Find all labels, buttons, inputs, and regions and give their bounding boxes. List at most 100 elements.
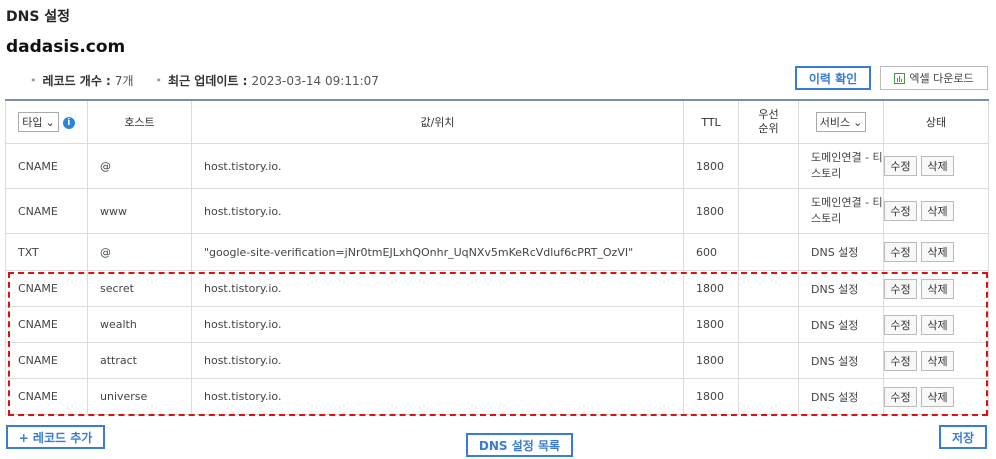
record-type: CNAME (5, 188, 88, 234)
record-service: DNS 설정 (798, 233, 884, 271)
excel-download-label: 엑셀 다운로드 (909, 72, 974, 85)
edit-button[interactable]: 수정 (884, 278, 917, 299)
record-priority (738, 188, 799, 234)
record-service: 도메인연결 - 티스토리 (798, 188, 884, 234)
record-count: • 레코드 개수 : 7개 (30, 72, 134, 89)
service-filter-label: 서비스 (819, 116, 851, 129)
dns-record-table: 타입 ⌄ i 호스트 값/위치 TTL 우선 순위 서비스 ⌄ 상태 CNAME… (5, 99, 989, 415)
edit-button[interactable]: 수정 (884, 201, 917, 221)
edit-button[interactable]: 수정 (884, 350, 917, 371)
record-ttl: 1800 (683, 188, 739, 234)
record-priority (738, 233, 799, 271)
bullet-icon: • (155, 74, 163, 87)
record-type: TXT (5, 233, 88, 271)
record-actions: 수정 삭제 (883, 306, 989, 343)
record-service: 도메인연결 - 티스토리 (798, 143, 884, 189)
chevron-down-icon: ⌄ (853, 115, 863, 129)
record-actions: 수정 삭제 (883, 143, 989, 189)
info-icon[interactable]: i (62, 117, 75, 129)
priority-header: 우선 순위 (738, 99, 799, 144)
service-filter-select[interactable]: 서비스 ⌄ (815, 112, 867, 132)
delete-button[interactable]: 삭제 (921, 386, 954, 407)
service-header: 서비스 ⌄ (798, 99, 884, 144)
record-priority (738, 378, 799, 415)
edit-button[interactable]: 수정 (884, 314, 917, 335)
last-updated: • 최근 업데이트 : 2023-03-14 09:11:07 (156, 72, 379, 89)
edit-button[interactable]: 수정 (884, 242, 917, 262)
record-service: DNS 설정 (798, 306, 884, 343)
record-host: @ (87, 233, 192, 271)
bullet-icon: • (30, 74, 37, 87)
record-host: secret (87, 270, 192, 307)
delete-button[interactable]: 삭제 (921, 201, 954, 221)
chevron-down-icon: ⌄ (45, 115, 55, 129)
record-host: attract (87, 342, 192, 379)
record-value: host.tistory.io. (191, 143, 684, 189)
record-value: host.tistory.io. (191, 188, 684, 234)
last-updated-label: 최근 업데이트 : (168, 74, 248, 88)
record-host: www (87, 188, 192, 234)
record-actions: 수정 삭제 (883, 378, 989, 415)
status-header: 상태 (883, 99, 989, 144)
record-actions: 수정 삭제 (883, 233, 989, 271)
record-ttl: 600 (683, 233, 739, 271)
record-value: "google-site-verification=jNr0tmEJLxhQOn… (191, 233, 684, 271)
delete-button[interactable]: 삭제 (921, 350, 954, 371)
table-row: CNAME www host.tistory.io. 1800 도메인연결 - … (5, 188, 989, 234)
record-actions: 수정 삭제 (883, 188, 989, 234)
save-button[interactable]: 저장 (939, 425, 987, 449)
record-actions: 수정 삭제 (883, 342, 989, 379)
delete-button[interactable]: 삭제 (921, 314, 954, 335)
record-priority (738, 270, 799, 307)
delete-button[interactable]: 삭제 (921, 156, 954, 176)
record-type: CNAME (5, 270, 88, 307)
record-actions: 수정 삭제 (883, 270, 989, 307)
delete-button[interactable]: 삭제 (921, 278, 954, 299)
table-row: CNAME wealth host.tistory.io. 1800 DNS 설… (5, 306, 989, 343)
table-row: CNAME universe host.tistory.io. 1800 DNS… (5, 378, 989, 415)
record-value: host.tistory.io. (191, 342, 684, 379)
last-updated-value: 2023-03-14 09:11:07 (251, 73, 379, 88)
edit-button[interactable]: 수정 (884, 386, 917, 407)
record-value: host.tistory.io. (191, 378, 684, 415)
table-row: TXT @ "google-site-verification=jNr0tmEJ… (5, 233, 989, 271)
record-count-label: 레코드 개수 : (42, 74, 111, 88)
edit-button[interactable]: 수정 (884, 156, 917, 176)
record-meta: • 레코드 개수 : 7개 • 최근 업데이트 : 2023-03-14 09:… (30, 72, 379, 89)
excel-download-button[interactable]: 엑셀 다운로드 (880, 66, 988, 90)
record-service: DNS 설정 (798, 378, 884, 415)
delete-button[interactable]: 삭제 (921, 242, 954, 262)
record-priority (738, 342, 799, 379)
record-service: DNS 설정 (798, 342, 884, 379)
host-header: 호스트 (87, 99, 192, 144)
record-ttl: 1800 (683, 342, 739, 379)
add-record-button[interactable]: + 레코드 추가 (6, 425, 105, 449)
history-button[interactable]: 이력 확인 (795, 66, 871, 90)
page-title: DNS 설정 (6, 9, 71, 25)
table-row: CNAME secret host.tistory.io. 1800 DNS 설… (5, 270, 989, 307)
record-ttl: 1800 (683, 306, 739, 343)
ttl-header: TTL (683, 99, 739, 144)
record-host: universe (87, 378, 192, 415)
excel-icon (894, 72, 906, 84)
record-priority (738, 143, 799, 189)
record-type: CNAME (5, 342, 88, 379)
record-ttl: 1800 (683, 143, 739, 189)
type-filter-select[interactable]: 타입 ⌄ (18, 112, 59, 132)
record-type: CNAME (5, 306, 88, 343)
record-priority (738, 306, 799, 343)
record-count-value: 7개 (114, 74, 134, 88)
table-header-row: 타입 ⌄ i 호스트 값/위치 TTL 우선 순위 서비스 ⌄ 상태 (5, 99, 989, 144)
record-type: CNAME (5, 143, 88, 189)
type-header: 타입 ⌄ i (5, 99, 88, 144)
record-type: CNAME (5, 378, 88, 415)
value-header: 값/위치 (191, 99, 684, 144)
record-value: host.tistory.io. (191, 270, 684, 307)
table-row: CNAME attract host.tistory.io. 1800 DNS … (5, 342, 989, 379)
type-filter-label: 타입 (22, 116, 43, 129)
domain-name: dadasis.com (6, 37, 126, 57)
record-ttl: 1800 (683, 270, 739, 307)
record-host: wealth (87, 306, 192, 343)
record-ttl: 1800 (683, 378, 739, 415)
dns-list-button[interactable]: DNS 설정 목록 (466, 433, 573, 457)
